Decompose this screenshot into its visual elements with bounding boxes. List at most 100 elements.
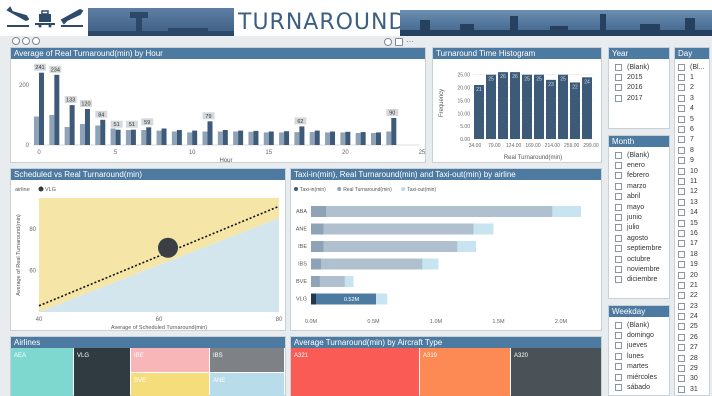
slicer-item[interactable]: (Blank) bbox=[615, 62, 665, 72]
back-icon[interactable] bbox=[12, 37, 20, 45]
checkbox[interactable] bbox=[615, 234, 622, 242]
slicer-item[interactable]: 20 bbox=[678, 270, 705, 280]
checkbox[interactable] bbox=[615, 321, 622, 329]
slicer-item[interactable]: diciembre bbox=[615, 275, 665, 285]
slicer-item[interactable]: 11 bbox=[678, 176, 705, 186]
checkbox[interactable] bbox=[615, 384, 622, 392]
checkbox[interactable] bbox=[678, 105, 685, 113]
checkbox[interactable] bbox=[615, 74, 622, 82]
slicer-item[interactable]: 13 bbox=[678, 197, 705, 207]
slicer-item[interactable]: 1 bbox=[678, 72, 705, 82]
slicer-item[interactable]: 4 bbox=[678, 104, 705, 114]
checkbox[interactable] bbox=[678, 344, 685, 352]
slicer-item[interactable]: 18 bbox=[678, 249, 705, 259]
slicer-item[interactable]: 2015 bbox=[615, 72, 665, 82]
checkbox[interactable] bbox=[615, 182, 622, 190]
checkbox[interactable] bbox=[615, 245, 622, 253]
slicer-item[interactable]: (Blank) bbox=[615, 150, 665, 160]
slicer-item[interactable]: 2017 bbox=[615, 93, 665, 103]
checkbox[interactable] bbox=[678, 313, 685, 321]
checkbox[interactable] bbox=[678, 385, 685, 393]
slicer-item[interactable]: 28 bbox=[678, 353, 705, 363]
checkbox[interactable] bbox=[615, 224, 622, 232]
drill-down-icon[interactable] bbox=[32, 37, 40, 45]
checkbox[interactable] bbox=[615, 203, 622, 211]
slicer-item[interactable]: 30 bbox=[678, 374, 705, 384]
slicer-item[interactable]: 21 bbox=[678, 280, 705, 290]
checkbox[interactable] bbox=[678, 229, 685, 237]
slicer-item[interactable]: 12 bbox=[678, 187, 705, 197]
slicer-item[interactable]: enero bbox=[615, 160, 665, 170]
checkbox[interactable] bbox=[615, 332, 622, 340]
slicer-item[interactable]: septiembre bbox=[615, 244, 665, 254]
checkbox[interactable] bbox=[678, 271, 685, 279]
checkbox[interactable] bbox=[678, 63, 685, 71]
checkbox[interactable] bbox=[678, 167, 685, 175]
slicer-item[interactable]: 9 bbox=[678, 156, 705, 166]
checkbox[interactable] bbox=[615, 94, 622, 102]
slicer-item[interactable]: 29 bbox=[678, 363, 705, 373]
checkbox[interactable] bbox=[615, 276, 622, 284]
slicer-item[interactable]: 5 bbox=[678, 114, 705, 124]
slicer-item[interactable]: 31 bbox=[678, 384, 705, 394]
checkbox[interactable] bbox=[678, 157, 685, 165]
slicer-item[interactable]: martes bbox=[615, 362, 665, 372]
checkbox[interactable] bbox=[615, 255, 622, 263]
slicer-item[interactable]: 6 bbox=[678, 124, 705, 134]
checkbox[interactable] bbox=[678, 281, 685, 289]
slicer-item[interactable]: (Bl... bbox=[678, 62, 705, 72]
slicer-item[interactable]: 17 bbox=[678, 239, 705, 249]
slicer-item[interactable]: febrero bbox=[615, 171, 665, 181]
focus-mode-icon[interactable] bbox=[384, 37, 392, 46]
slicer-item[interactable]: 22 bbox=[678, 291, 705, 301]
slicer-item[interactable]: lunes bbox=[615, 351, 665, 361]
checkbox[interactable] bbox=[678, 365, 685, 373]
checkbox[interactable] bbox=[678, 302, 685, 310]
more-options-icon[interactable]: ··· bbox=[406, 37, 414, 46]
checkbox[interactable] bbox=[678, 94, 685, 102]
checkbox[interactable] bbox=[615, 172, 622, 180]
checkbox[interactable] bbox=[678, 240, 685, 248]
checkbox[interactable] bbox=[615, 363, 622, 371]
slicer-item[interactable]: 2 bbox=[678, 83, 705, 93]
checkbox[interactable] bbox=[615, 352, 622, 360]
checkbox[interactable] bbox=[678, 333, 685, 341]
slicer-item[interactable]: octubre bbox=[615, 254, 665, 264]
checkbox[interactable] bbox=[678, 250, 685, 258]
slicer-item[interactable]: 7 bbox=[678, 135, 705, 145]
checkbox[interactable] bbox=[678, 146, 685, 154]
slicer-item[interactable]: 23 bbox=[678, 301, 705, 311]
checkbox[interactable] bbox=[615, 84, 622, 92]
checkbox[interactable] bbox=[678, 198, 685, 206]
slicer-item[interactable]: noviembre bbox=[615, 264, 665, 274]
slicer-item[interactable]: 19 bbox=[678, 259, 705, 269]
slicer-item[interactable]: miércoles bbox=[615, 372, 665, 382]
checkbox[interactable] bbox=[615, 373, 622, 381]
checkbox[interactable] bbox=[615, 214, 622, 222]
checkbox[interactable] bbox=[678, 126, 685, 134]
slicer-item[interactable]: marzo bbox=[615, 181, 665, 191]
slicer-item[interactable]: 26 bbox=[678, 332, 705, 342]
checkbox[interactable] bbox=[615, 63, 622, 71]
slicer-item[interactable]: (Blank) bbox=[615, 320, 665, 330]
slicer-item[interactable]: 3 bbox=[678, 93, 705, 103]
slicer-item[interactable]: mayo bbox=[615, 202, 665, 212]
slicer-item[interactable]: 16 bbox=[678, 228, 705, 238]
slicer-item[interactable]: domingo bbox=[615, 330, 665, 340]
slicer-item[interactable]: 25 bbox=[678, 322, 705, 332]
checkbox[interactable] bbox=[678, 188, 685, 196]
filter-icon[interactable] bbox=[395, 37, 403, 46]
slicer-item[interactable]: 27 bbox=[678, 343, 705, 353]
slicer-item[interactable]: 24 bbox=[678, 311, 705, 321]
slicer-item[interactable]: 8 bbox=[678, 145, 705, 155]
slicer-item[interactable]: sábado bbox=[615, 382, 665, 392]
checkbox[interactable] bbox=[615, 265, 622, 273]
slicer-item[interactable]: jueves bbox=[615, 341, 665, 351]
checkbox[interactable] bbox=[678, 177, 685, 185]
slicer-item[interactable]: junio bbox=[615, 212, 665, 222]
checkbox[interactable] bbox=[678, 74, 685, 82]
checkbox[interactable] bbox=[678, 84, 685, 92]
slicer-item[interactable]: 10 bbox=[678, 166, 705, 176]
drill-up-icon[interactable] bbox=[22, 37, 30, 45]
slicer-item[interactable]: 2016 bbox=[615, 83, 665, 93]
